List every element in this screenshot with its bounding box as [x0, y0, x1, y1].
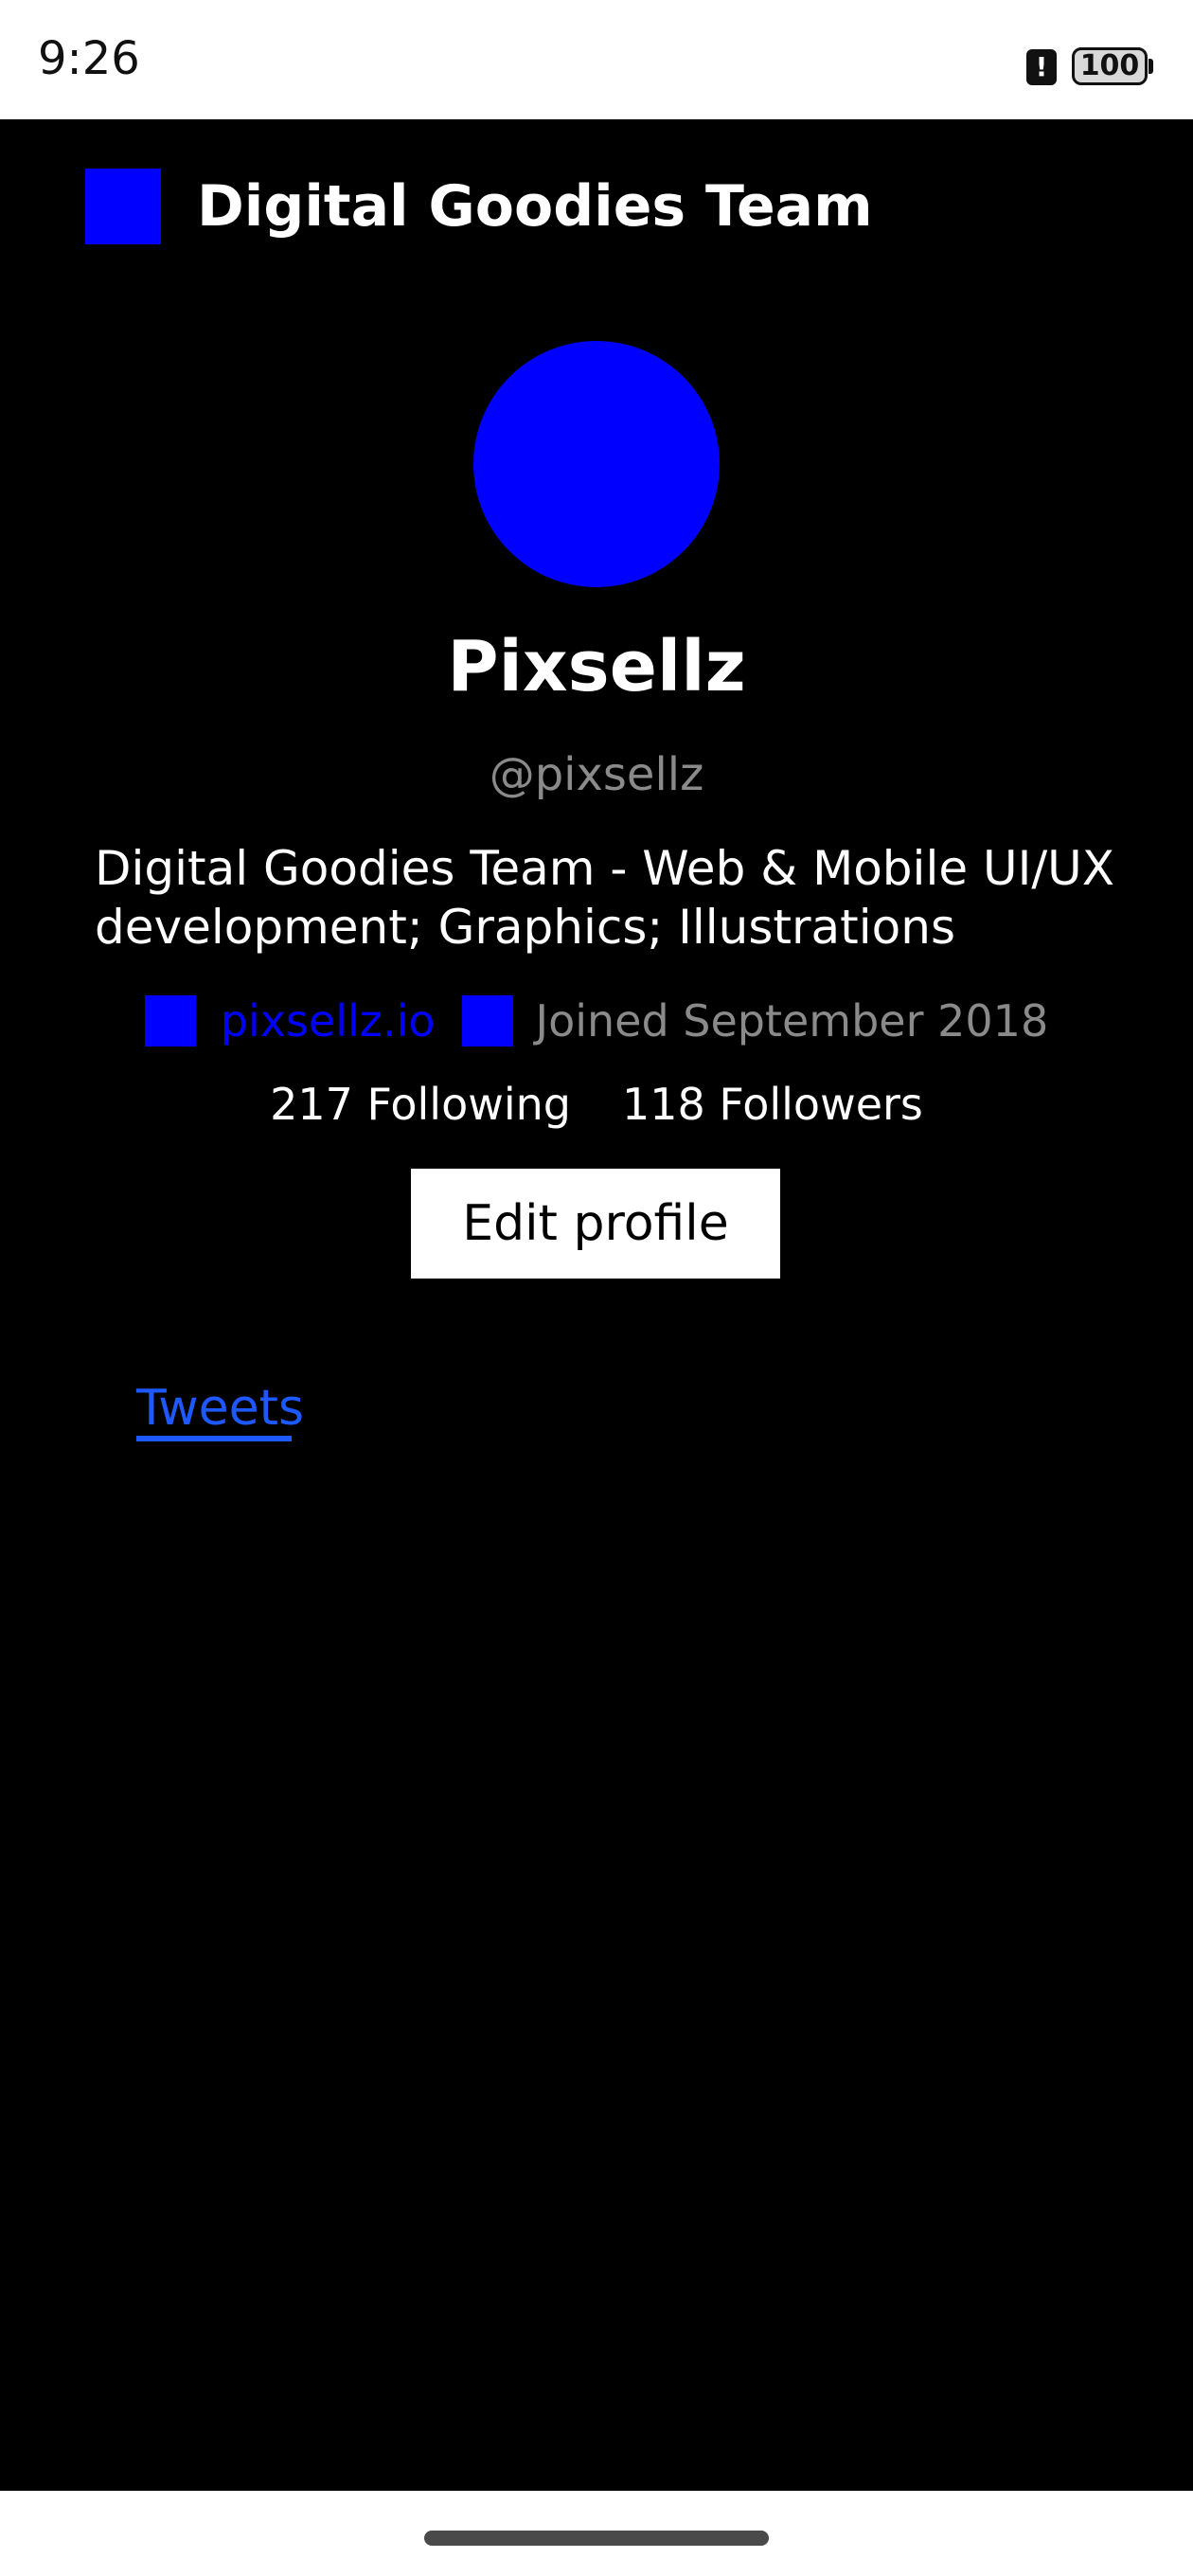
header-title: Digital Goodies Team	[197, 173, 873, 240]
navigation-bar	[0, 2491, 1193, 2576]
follow-stats: 217 Following 118 Followers	[0, 1074, 1193, 1135]
display-name: Pixsellz	[447, 626, 746, 707]
website-link[interactable]: pixsellz.io	[221, 994, 436, 1047]
home-indicator[interactable]	[424, 2531, 769, 2546]
tab-tweets[interactable]: Tweets	[136, 1375, 304, 1441]
joined-date: Joined September 2018	[535, 995, 1049, 1046]
link-icon	[144, 995, 196, 1046]
square-logo-icon	[85, 169, 161, 244]
avatar[interactable]	[473, 341, 720, 587]
alert-icon: !	[1026, 49, 1057, 85]
status-time: 9:26	[38, 32, 140, 85]
battery-icon: 100	[1072, 47, 1148, 85]
tab-active-indicator	[136, 1436, 292, 1441]
profile-bio: Digital Goodies Team - Web & Mobile UI/U…	[95, 841, 1115, 955]
following-count[interactable]: 217 Following	[270, 1079, 571, 1130]
profile-screen: Digital Goodies Team Pixsellz @pixsellz …	[0, 119, 1193, 2491]
calendar-icon	[461, 995, 513, 1046]
edit-profile-button[interactable]: Edit profile	[411, 1169, 780, 1279]
followers-count[interactable]: 118 Followers	[622, 1079, 923, 1130]
battery-tip	[1148, 59, 1153, 74]
profile-meta-row: pixsellz.io Joined September 2018	[0, 987, 1193, 1055]
status-bar: 9:26 ! 100	[0, 0, 1193, 119]
profile-handle: @pixsellz	[489, 748, 704, 801]
